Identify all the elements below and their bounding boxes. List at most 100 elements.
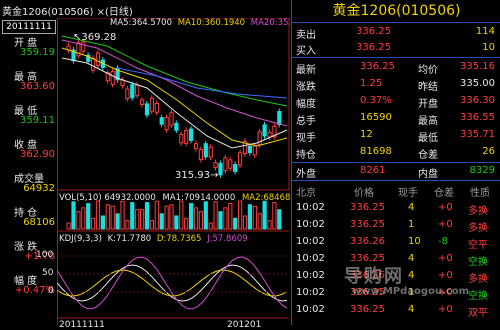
sell-price: 336.25 xyxy=(356,26,391,37)
tick-row: 10:02 336.26 10 -8 空平 xyxy=(292,234,500,251)
stat-value: 26 xyxy=(482,146,495,157)
tick-price: 336.26 xyxy=(350,236,385,247)
tick-diff: +0 xyxy=(438,304,453,315)
kline-chart-area[interactable]: ↖369.28 315.93→ VOL(5,10) 64932.0000 MA1… xyxy=(56,17,293,330)
stat-value: 16590 xyxy=(360,112,392,123)
tick-row: 10:02 336.25 4 +0 多换 xyxy=(292,200,500,217)
info-panel: 20111111 开 盘 359.19 最 高 363.60 最 低 359.11 收 盘3… xyxy=(0,18,58,325)
ma-line xyxy=(61,39,288,127)
volume-bar xyxy=(164,205,169,230)
stat-value: 0.37% xyxy=(360,95,392,106)
volume-bar xyxy=(174,215,179,230)
volume-bar xyxy=(169,204,174,230)
candle xyxy=(277,111,282,126)
candle xyxy=(228,159,233,169)
candle xyxy=(91,57,96,71)
volume-bar xyxy=(110,205,115,230)
volume-bar xyxy=(86,203,91,230)
tick-diff: -8 xyxy=(438,236,448,247)
volume-bar xyxy=(149,220,155,230)
chart-svg xyxy=(56,17,290,319)
candle xyxy=(154,102,159,113)
volume-bar xyxy=(154,200,159,230)
stat-label: 幅度 xyxy=(296,99,316,110)
stat-row: 最新 336.25 均价 335.16 xyxy=(292,59,500,76)
candle xyxy=(198,149,204,161)
tick-type: 空换 xyxy=(468,291,488,302)
volume-bar xyxy=(208,222,213,230)
tick-price: 336.25 xyxy=(350,219,385,230)
stat-row: 幅度 0.37% 开盘 336.30 xyxy=(292,93,500,110)
outer-value: 8261 xyxy=(360,165,386,176)
candle xyxy=(144,103,150,116)
volume-bar xyxy=(71,201,76,230)
volume-bar xyxy=(267,220,272,230)
stat-label: 总手 xyxy=(296,116,316,127)
tick-type: 空换 xyxy=(468,257,488,268)
stat-label: 仓差 xyxy=(418,150,438,161)
candle xyxy=(140,99,145,105)
high-price-label: ↖369.28 xyxy=(73,32,117,43)
candle xyxy=(81,41,86,52)
kdj-d-label: D:78.7365 xyxy=(156,234,202,244)
stat-label: 最低 xyxy=(418,133,438,144)
volume-bar xyxy=(238,200,243,230)
kdj-tick: 0 xyxy=(48,286,54,296)
ma-line xyxy=(116,67,288,99)
inner-value: 8329 xyxy=(469,165,495,176)
tick-time: 10:02 xyxy=(296,304,325,315)
volume-bar xyxy=(272,202,277,230)
candle xyxy=(135,84,140,96)
volume-bar xyxy=(203,201,208,230)
kdj-lines xyxy=(56,256,288,310)
volume-bar xyxy=(115,213,120,230)
tick-diff: +0 xyxy=(438,253,453,264)
buy-row: 买入 336.25 10 xyxy=(292,40,500,57)
tick-qty: 10 xyxy=(408,236,421,247)
stat-row: 现手 12 最低 335.71 xyxy=(292,127,500,144)
stat-label: 均价 xyxy=(418,65,438,76)
ma-line xyxy=(61,47,288,147)
candle xyxy=(252,145,257,156)
volume-bar xyxy=(95,200,101,230)
volume-bar xyxy=(81,207,86,230)
info-value: 363.60 xyxy=(20,81,55,92)
volume-bar xyxy=(228,203,233,230)
sell-qty: 114 xyxy=(475,26,495,37)
candle xyxy=(125,88,130,100)
stat-label: 昨结 xyxy=(418,82,438,93)
kdj-tick: 50 xyxy=(42,268,54,278)
volume-bar xyxy=(91,217,96,230)
volume-bar xyxy=(277,209,282,230)
volume-bar xyxy=(233,217,238,230)
ticks-col-type: 性质 xyxy=(470,188,490,199)
volume-bar xyxy=(140,209,145,230)
candlesticks xyxy=(66,39,282,178)
stat-value: 336.30 xyxy=(460,95,495,106)
candle xyxy=(164,117,169,131)
volume-bar xyxy=(242,215,248,230)
quote-panel: 黄金1206(010506) 卖出 336.25 114 买入 336.25 1… xyxy=(291,0,500,325)
candle xyxy=(179,133,184,144)
info-value: 64932 xyxy=(23,183,55,194)
stat-label: 持仓 xyxy=(296,150,316,161)
kline-frame xyxy=(56,17,290,191)
inner-label: 内盘 xyxy=(418,169,438,180)
tick-qty: 4 xyxy=(408,304,415,315)
tick-qty: 4 xyxy=(408,270,415,281)
stat-value: 12 xyxy=(360,129,373,140)
title-bar: 黄金1206(010506) ×(日线) xyxy=(0,0,290,18)
volume-bar xyxy=(184,217,189,230)
stat-value: 1.25 xyxy=(360,78,383,89)
volume-bar xyxy=(198,211,204,230)
ticks-header: 北京 价格 现手 仓差 性质 xyxy=(292,182,500,199)
kdj-line xyxy=(56,256,288,310)
volume-bar xyxy=(105,204,110,230)
sell-row: 卖出 336.25 114 xyxy=(292,24,500,41)
vol-label: VOL(5,10) 64932.0000 xyxy=(59,193,156,203)
candle xyxy=(193,143,199,150)
candle xyxy=(110,71,115,85)
stat-row: 涨跌 1.25 昨结 335.00 xyxy=(292,76,500,93)
candle xyxy=(95,52,101,66)
buy-price: 336.25 xyxy=(356,42,391,53)
